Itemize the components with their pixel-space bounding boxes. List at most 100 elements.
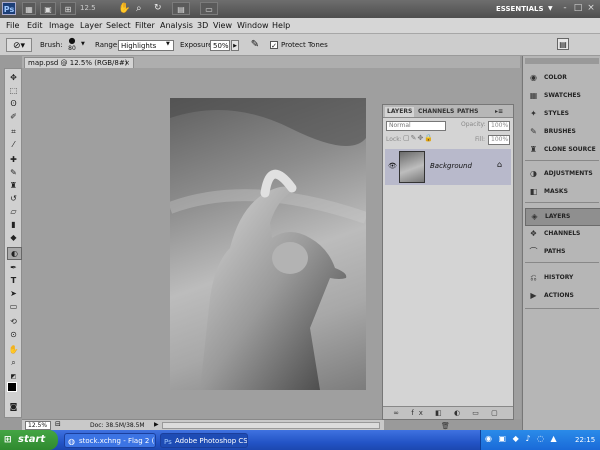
brush-tool-icon[interactable]: ✎ <box>7 167 20 178</box>
close-tab-icon[interactable]: × <box>124 58 130 68</box>
minimize-button[interactable]: - <box>560 3 570 13</box>
status-zoom-field[interactable]: 12.5% <box>25 421 51 430</box>
menu-analysis[interactable]: Analysis <box>160 20 193 32</box>
maximize-button[interactable]: □ <box>573 3 583 13</box>
document-image[interactable] <box>170 98 366 390</box>
range-dropdown-icon[interactable]: ▼ <box>166 41 170 47</box>
dock-item-channels[interactable]: ❖ CHANNELS <box>525 226 599 242</box>
layer-name[interactable]: Background <box>430 162 472 170</box>
visibility-eye-icon[interactable]: 👁 <box>388 162 397 170</box>
workspace-dropdown-icon[interactable]: ▼ <box>548 3 556 15</box>
task-photoshop[interactable]: Ps Adobe Photoshop CS... <box>160 433 248 448</box>
palette-icon: ◉ <box>530 73 537 82</box>
3d-orbit-tool-icon[interactable]: ⊙ <box>7 329 20 340</box>
brush-picker[interactable]: ● 80 <box>64 36 80 54</box>
3d-rotate-tool-icon[interactable]: ⟲ <box>7 316 20 327</box>
dock-item-history[interactable]: ⎌ HISTORY <box>525 270 599 286</box>
clone-stamp-tool-icon[interactable]: ♜ <box>7 180 20 191</box>
dodge-tool-icon[interactable]: ◐ <box>7 247 22 260</box>
marquee-tool-icon[interactable]: ⬚ <box>7 85 20 96</box>
tray-icons[interactable]: ◉ ▣ ◆ ♪ ◌ ▲ <box>485 434 559 443</box>
default-colors-icon[interactable]: ◩ <box>7 371 20 382</box>
menu-3d[interactable]: 3D <box>197 20 208 32</box>
menu-filter[interactable]: Filter <box>135 20 155 32</box>
styles-icon: ✦ <box>530 109 537 118</box>
healing-brush-tool-icon[interactable]: ✚ <box>7 154 20 165</box>
brush-dropdown-icon[interactable]: ▼ <box>81 41 85 47</box>
dock-separator <box>525 308 599 309</box>
foreground-color-swatch[interactable] <box>7 382 17 392</box>
tab-layers[interactable]: LAYERS <box>385 107 415 117</box>
eraser-tool-icon[interactable]: ▱ <box>7 206 20 217</box>
zoom-tool-icon[interactable]: ⌕ <box>7 357 20 368</box>
dock-item-actions[interactable]: ▶ ACTIONS <box>525 288 599 304</box>
close-button[interactable]: × <box>586 3 596 13</box>
view-extras-icon[interactable]: ▣ <box>40 2 56 15</box>
zoom-tool-icon[interactable]: ⌕ <box>136 2 148 15</box>
start-button[interactable]: ⊞ start <box>0 430 58 450</box>
dock-item-brushes[interactable]: ✎ BRUSHES <box>525 124 599 140</box>
eyedropper-tool-icon[interactable]: ⁄ <box>7 139 20 150</box>
dock-item-clone-source[interactable]: ♜ CLONE SOURCE <box>525 142 599 158</box>
menu-help[interactable]: Help <box>272 20 290 32</box>
rotate-view-icon[interactable]: ↻ <box>154 2 166 15</box>
menu-select[interactable]: Select <box>106 20 131 32</box>
bridge-icon[interactable]: ▦ <box>22 2 36 15</box>
lock-options-icon[interactable]: ▢✎✥🔒 <box>403 134 434 142</box>
tool-preset-picker-icon[interactable]: ⊘▾ <box>6 38 32 52</box>
task-photoshop-label: Adobe Photoshop CS... <box>175 437 248 445</box>
menu-window[interactable]: Window <box>237 20 269 32</box>
move-tool-icon[interactable]: ✥ <box>7 72 20 83</box>
protect-tones-checkbox[interactable]: ✓ <box>270 41 278 50</box>
opacity-input[interactable]: 100% <box>488 121 510 131</box>
lasso-tool-icon[interactable]: ʘ <box>7 98 20 109</box>
status-arrow-icon[interactable]: ▶ <box>154 421 159 428</box>
panel-toggle-icon[interactable]: ▤ <box>557 38 569 50</box>
path-selection-tool-icon[interactable]: ➤ <box>7 288 20 299</box>
hand-tool-icon[interactable]: ✋ <box>7 344 20 355</box>
panel-menu-icon[interactable]: ▸≡ <box>495 107 503 117</box>
tab-paths[interactable]: PATHS <box>457 107 478 117</box>
layer-row-background[interactable]: 👁 Background ⌂ <box>385 149 511 185</box>
arrange-documents-icon[interactable]: ▤ <box>172 2 190 15</box>
exposure-input[interactable]: 50% <box>210 40 230 51</box>
menu-layer[interactable]: Layer <box>80 20 102 32</box>
tab-channels[interactable]: CHANNELS <box>418 107 454 117</box>
menu-view[interactable]: View <box>213 20 232 32</box>
fill-input[interactable]: 100% <box>488 135 510 145</box>
dock-collapse-bar[interactable] <box>525 58 599 64</box>
document-tab[interactable]: map.psd @ 12.5% (RGB/8#) × <box>24 57 134 68</box>
pen-tool-icon[interactable]: ✒ <box>7 262 20 273</box>
horizontal-scrollbar[interactable] <box>162 422 380 429</box>
menu-image[interactable]: Image <box>49 20 74 32</box>
history-brush-tool-icon[interactable]: ↺ <box>7 193 20 204</box>
workspace-switcher[interactable]: ESSENTIALS <box>496 3 554 15</box>
quick-selection-tool-icon[interactable]: ✐ <box>7 111 20 122</box>
quick-mask-icon[interactable]: ◙ <box>7 401 20 412</box>
photoshop-logo: Ps <box>2 2 16 15</box>
task-firefox[interactable]: ◍ stock.xchng - Flag 2 (... <box>64 433 156 448</box>
dock-item-paths[interactable]: ⌒ PATHS <box>525 244 599 260</box>
status-menu-icon[interactable]: ⊟ <box>55 420 61 428</box>
gradient-tool-icon[interactable]: ▮ <box>7 219 20 230</box>
airbrush-icon[interactable]: ✎ <box>248 38 262 52</box>
dock-item-layers[interactable]: ◈ LAYERS <box>525 208 600 226</box>
blend-mode-select[interactable]: Normal <box>386 121 446 131</box>
zoom-level-display[interactable]: 12.5 <box>80 3 108 14</box>
dock-item-styles[interactable]: ✦ STYLES <box>525 106 599 122</box>
menu-edit[interactable]: Edit <box>27 20 43 32</box>
dock-item-swatches[interactable]: ▦ SWATCHES <box>525 88 599 104</box>
exposure-slider-icon[interactable]: ▶ <box>231 40 239 51</box>
dock-item-adjustments[interactable]: ◑ ADJUSTMENTS <box>525 166 599 182</box>
menu-file[interactable]: File <box>6 20 19 32</box>
guides-icon[interactable]: ⊞ <box>60 2 76 15</box>
layers-footer-icons[interactable]: ∞ fx ◧ ◐ ▭ ▢ 🗑 <box>383 406 513 430</box>
screen-mode-icon[interactable]: ▭ <box>200 2 218 15</box>
type-tool-icon[interactable]: T <box>7 275 20 286</box>
blur-tool-icon[interactable]: ◆ <box>7 232 20 243</box>
dock-item-masks[interactable]: ◧ MASKS <box>525 184 599 200</box>
hand-tool-icon[interactable]: ✋ <box>118 2 130 15</box>
shape-tool-icon[interactable]: ▭ <box>7 301 20 312</box>
dock-item-color[interactable]: ◉ COLOR <box>525 70 599 86</box>
crop-tool-icon[interactable]: ⌗ <box>7 126 20 137</box>
